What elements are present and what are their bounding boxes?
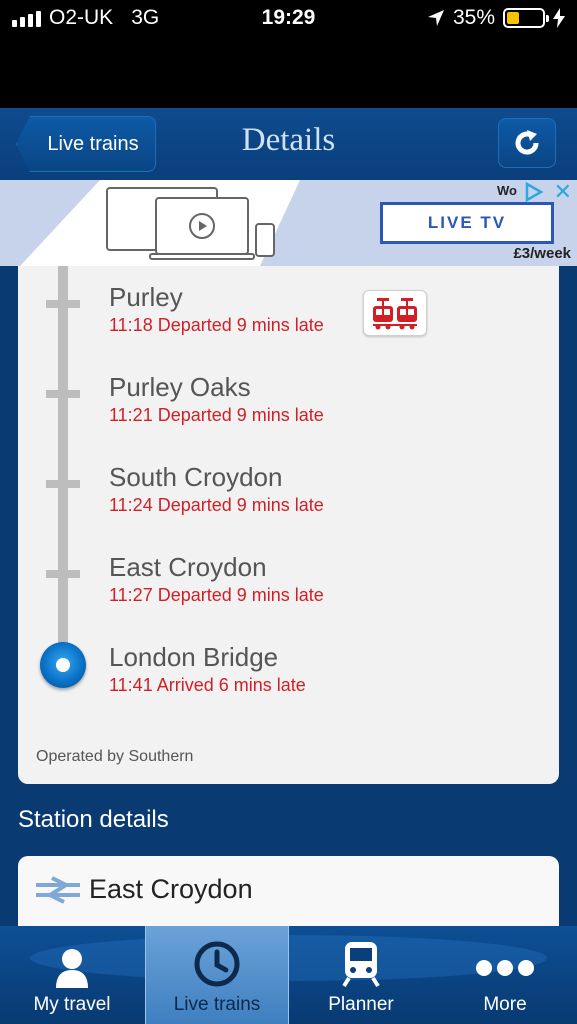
stop-item: London Bridge 11:41 Arrived 6 mins late (109, 642, 306, 696)
clock-icon (194, 941, 240, 987)
stop-status: 11:41 Arrived 6 mins late (109, 675, 306, 695)
stop-status: 11:24 Departed 9 mins late (109, 495, 324, 515)
stop-marker (46, 480, 80, 488)
stop-marker (46, 300, 80, 308)
timeline-card: Purley 11:18 Departed 9 mins late Purley… (18, 266, 559, 784)
station-name: East Croydon (89, 874, 253, 904)
tab-more[interactable]: More (433, 926, 577, 1024)
stop-status: 11:27 Departed 9 mins late (109, 585, 324, 605)
charging-bolt-icon (553, 8, 565, 28)
ad-choices-icon[interactable] (524, 182, 544, 202)
stop-status: 11:21 Departed 9 mins late (109, 405, 324, 425)
battery-icon (503, 8, 549, 28)
stop-name: East Croydon (109, 552, 267, 582)
stop-item: Purley Oaks 11:21 Departed 9 mins late (109, 372, 324, 426)
status-bar: O2-UK 3G 19:29 35% (0, 0, 577, 108)
tab-label: My travel (33, 994, 111, 1015)
stop-name: South Croydon (109, 462, 283, 492)
ad-banner[interactable]: Wo ✕ LIVE TV £3/week (0, 180, 577, 266)
tab-planner[interactable]: Planner (289, 926, 433, 1024)
stop-item: Purley 11:18 Departed 9 mins late (109, 282, 324, 336)
more-icon (476, 960, 534, 976)
location-arrow-icon (427, 10, 444, 26)
refresh-icon (515, 130, 539, 155)
facility-badge[interactable] (363, 290, 427, 336)
battery-percent: 35% (452, 6, 495, 29)
ad-close-icon[interactable]: ✕ (554, 181, 572, 203)
person-icon (56, 949, 88, 988)
destination-marker-icon (40, 642, 86, 688)
train-icon (342, 942, 380, 988)
stop-marker (46, 390, 80, 398)
stop-item: East Croydon 11:27 Departed 9 mins late (109, 552, 324, 606)
stop-item: South Croydon 11:24 Departed 9 mins late (109, 462, 324, 516)
stop-name: London Bridge (109, 642, 279, 672)
tab-label: More (483, 994, 527, 1015)
stop-marker (46, 570, 80, 578)
ad-brand-partial: Wo (497, 183, 517, 198)
section-heading: Station details (18, 806, 169, 833)
operator-text: Operated by Southern (36, 748, 194, 765)
refresh-button[interactable] (498, 118, 556, 168)
status-right: 35% (427, 6, 565, 30)
tram-icon (373, 298, 417, 330)
stop-name: Purley Oaks (109, 372, 251, 402)
track-line (58, 266, 68, 654)
tab-my-travel[interactable]: My travel (0, 926, 144, 1024)
nav-header: Live trains Details (0, 108, 577, 180)
stop-name: Purley (109, 282, 183, 312)
ad-cta-button[interactable]: LIVE TV (380, 202, 554, 244)
page-title: Details (241, 122, 336, 158)
tab-live-trains[interactable]: Live trains (145, 926, 289, 1024)
national-rail-icon (36, 876, 80, 904)
ad-price: £3/week (513, 245, 571, 262)
tab-label: Planner (328, 994, 394, 1015)
stop-status: 11:18 Departed 9 mins late (109, 315, 324, 335)
tab-label: Live trains (173, 994, 261, 1015)
